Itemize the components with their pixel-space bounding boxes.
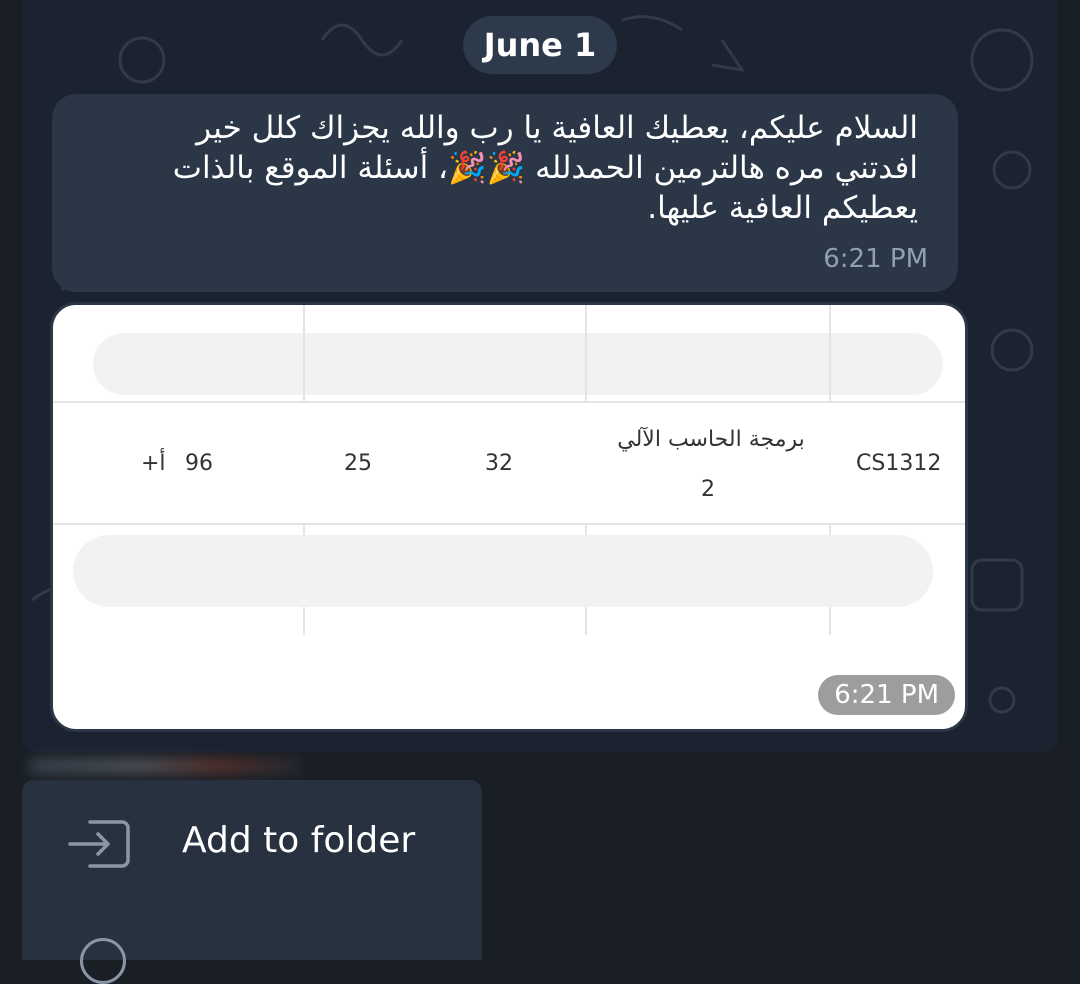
table-divider xyxy=(303,305,305,401)
table-divider xyxy=(53,401,965,403)
table-number-cell: 32 xyxy=(485,451,513,476)
date-separator: June 1 xyxy=(463,16,617,74)
course-name-cell: برمجة الحاسب الآلي xyxy=(617,427,805,452)
blurred-background xyxy=(30,758,300,774)
redaction-scribble xyxy=(93,333,943,395)
redaction-scribble xyxy=(73,535,933,607)
message-text: السلام عليكم، يعطيك العافية يا رب والله … xyxy=(172,110,918,226)
folder-add-icon xyxy=(68,820,130,868)
table-divider xyxy=(585,305,587,401)
table-divider xyxy=(829,305,831,401)
course-code-cell: CS1312 xyxy=(856,451,942,476)
table-number-cell: 96 xyxy=(185,451,213,476)
context-menu: Add to folder xyxy=(22,780,482,984)
message-bubble[interactable]: السلام عليكم، يعطيك العافية يا رب والله … xyxy=(52,94,958,292)
grade-cell: أ+ xyxy=(141,451,166,476)
photo-message[interactable]: CS1312 برمجة الحاسب الآلي 2 32 25 96 أ+ … xyxy=(50,302,968,732)
menu-item-add-to-folder[interactable]: Add to folder xyxy=(22,808,482,880)
chat-panel: June 1 السلام عليكم، يعطيك العافية يا رب… xyxy=(22,0,1058,752)
photo-time: 6:21 PM xyxy=(818,675,955,715)
course-name-cell-line2: 2 xyxy=(701,477,715,502)
table-number-cell: 25 xyxy=(344,451,372,476)
menu-item-label: Add to folder xyxy=(182,820,416,861)
message-time: 6:21 PM xyxy=(823,244,928,274)
